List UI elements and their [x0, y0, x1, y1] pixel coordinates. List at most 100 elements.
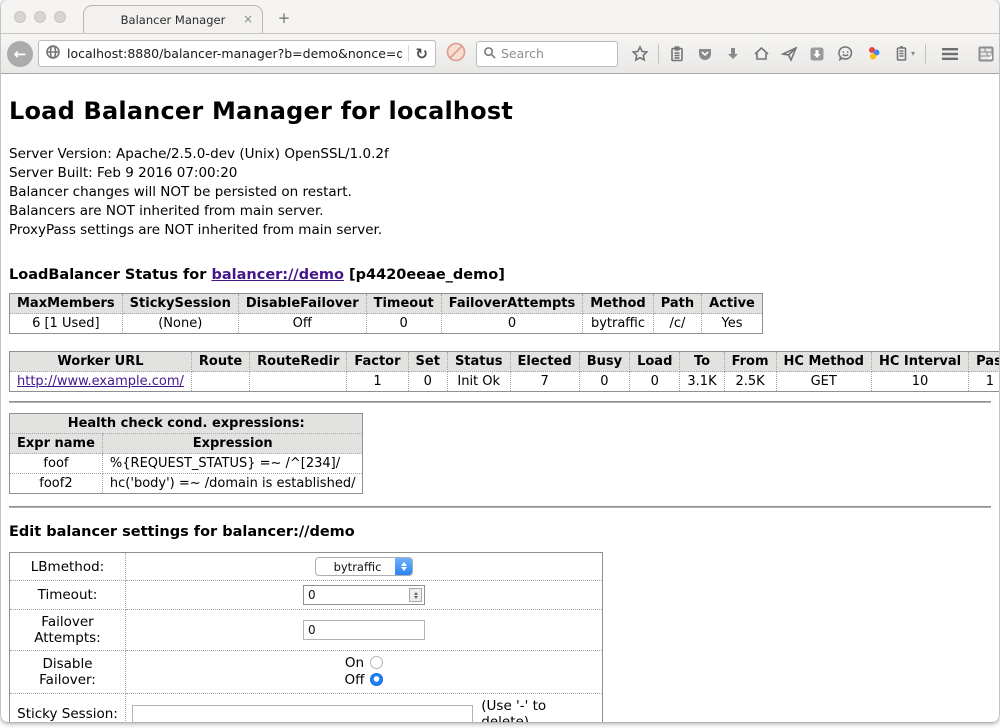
- bookmark-star-icon[interactable]: [626, 40, 654, 68]
- on-label: On: [345, 655, 364, 671]
- url-bar[interactable]: localhost:8880/balancer-manager?b=demo&n…: [38, 40, 436, 67]
- downloads-icon[interactable]: [719, 40, 747, 68]
- select-stepper-icon: [395, 558, 412, 575]
- expression-header: Expression: [102, 434, 363, 454]
- tab-close-icon[interactable]: ×: [243, 12, 253, 26]
- timeout-value: 0: [304, 588, 409, 602]
- failover-attempts-value: 0: [304, 623, 424, 637]
- home-icon[interactable]: [747, 40, 775, 68]
- back-button[interactable]: ←: [7, 41, 33, 67]
- lbmethod-row: LBmethod: bytraffic: [10, 553, 603, 581]
- table-cell: 0: [366, 314, 441, 334]
- edit-balancer-heading: Edit balancer settings for balancer://de…: [9, 524, 991, 540]
- failover-attempts-input[interactable]: 0: [303, 620, 425, 640]
- table-cell: [250, 372, 347, 392]
- window-controls[interactable]: [14, 11, 66, 23]
- balancer-status-table: MaxMembersStickySessionDisableFailoverTi…: [9, 293, 763, 334]
- chevron-down-icon[interactable]: ▾: [911, 49, 915, 58]
- sticky-session-input[interactable]: [132, 705, 473, 722]
- timeout-input[interactable]: 0: [303, 585, 425, 605]
- table-cell: 3.1K: [680, 372, 724, 392]
- table-cell: Init Ok: [447, 372, 510, 392]
- table-cell: [191, 372, 249, 392]
- column-header: To: [680, 352, 724, 372]
- sticky-session-hint: (Use '-' to delete): [481, 698, 596, 722]
- menu-hamburger-icon[interactable]: [936, 40, 964, 68]
- toolbar-separator: [658, 44, 659, 64]
- send-tab-icon[interactable]: [775, 40, 803, 68]
- download-manager-extension-icon[interactable]: [803, 40, 831, 68]
- table-cell: 2.5K: [724, 372, 776, 392]
- reading-list-icon[interactable]: [663, 40, 691, 68]
- server-version-line: Server Version: Apache/2.5.0-dev (Unix) …: [9, 145, 991, 164]
- chat-smiley-extension-icon[interactable]: [831, 40, 859, 68]
- table-row: http://www.example.com/10Init Ok7003.1K2…: [10, 372, 1000, 392]
- search-icon: [483, 44, 496, 63]
- table-cell: Off: [238, 314, 366, 334]
- zoom-window-icon[interactable]: [54, 11, 66, 23]
- sticky-session-row: Sticky Session: (Use '-' to delete): [10, 694, 603, 723]
- url-text[interactable]: localhost:8880/balancer-manager?b=demo&n…: [67, 46, 402, 61]
- disable-failover-on-radio[interactable]: [370, 656, 383, 669]
- tab-bar: Balancer Manager × +: [1, 0, 999, 33]
- tab-title: Balancer Manager: [121, 13, 226, 27]
- worker-url-link[interactable]: http://www.example.com/: [17, 374, 184, 389]
- grid-extension-icon[interactable]: [972, 40, 999, 68]
- column-header: Path: [653, 294, 701, 314]
- column-header: Method: [583, 294, 653, 314]
- column-header: Passes: [969, 352, 999, 372]
- number-spinner-icon[interactable]: [409, 588, 422, 602]
- search-box[interactable]: Search: [476, 41, 618, 67]
- column-header: HC Interval: [871, 352, 968, 372]
- page-title: Load Balancer Manager for localhost: [9, 97, 991, 125]
- lbmethod-label: LBmethod:: [10, 553, 126, 581]
- close-window-icon[interactable]: [14, 11, 26, 23]
- worker-table: Worker URLRouteRouteRedirFactorSetStatus…: [9, 351, 999, 392]
- table-cell: 0: [630, 372, 680, 392]
- expression-cell: hc('body') =~ /domain is established/: [102, 474, 363, 494]
- lbmethod-selected-value: bytraffic: [316, 558, 396, 575]
- column-header: Load: [630, 352, 680, 372]
- status-heading-suffix: [p4420eeae_demo]: [344, 267, 505, 283]
- table-cell: 6 [1 Used]: [10, 314, 123, 334]
- table-cell: (None): [122, 314, 238, 334]
- column-header: Worker URL: [10, 352, 192, 372]
- column-header: Route: [191, 352, 249, 372]
- disable-failover-row: Disable Failover: On Off: [10, 651, 603, 694]
- timeout-label: Timeout:: [10, 581, 126, 610]
- url-separator: [408, 45, 409, 62]
- column-header: Set: [408, 352, 447, 372]
- column-header: DisableFailover: [238, 294, 366, 314]
- tab-balancer-manager[interactable]: Balancer Manager ×: [83, 5, 263, 33]
- table-cell: /c/: [653, 314, 701, 334]
- table-row: 6 [1 Used](None)Off00bytraffic/c/Yes: [10, 314, 763, 334]
- reload-icon[interactable]: ↻: [415, 45, 431, 63]
- sticky-session-label: Sticky Session:: [10, 694, 126, 723]
- column-header: Status: [447, 352, 510, 372]
- table-cell: http://www.example.com/: [10, 372, 192, 392]
- health-table-title: Health check cond. expressions:: [10, 414, 363, 434]
- table-cell: 10: [871, 372, 968, 392]
- minimize-window-icon[interactable]: [34, 11, 46, 23]
- new-tab-button[interactable]: +: [273, 9, 295, 27]
- table-cell: bytraffic: [583, 314, 653, 334]
- site-identity-globe-icon[interactable]: [45, 44, 61, 64]
- table-cell: GET: [776, 372, 871, 392]
- balancer-demo-link[interactable]: balancer://demo: [211, 267, 344, 283]
- page-content: Load Balancer Manager for localhost Serv…: [1, 74, 999, 722]
- failover-attempts-row: Failover Attempts: 0: [10, 610, 603, 651]
- table-cell: 1 (0): [969, 372, 999, 392]
- disable-failover-off-radio[interactable]: [370, 673, 383, 686]
- column-header: StickySession: [122, 294, 238, 314]
- balancer-settings-form: LBmethod: bytraffic Timeout: 0: [9, 552, 603, 722]
- column-header: FailoverAttempts: [441, 294, 583, 314]
- content-blocked-icon[interactable]: [446, 42, 466, 66]
- search-placeholder[interactable]: Search: [501, 46, 544, 61]
- lbmethod-select[interactable]: bytraffic: [315, 557, 414, 576]
- color-dots-extension-icon[interactable]: [859, 40, 887, 68]
- column-header: Elected: [510, 352, 579, 372]
- navigation-toolbar: ← localhost:8880/balancer-manager?b=demo…: [1, 33, 999, 74]
- column-header: RouteRedir: [250, 352, 347, 372]
- table-row: foof %{REQUEST_STATUS} =~ /^[234]/: [10, 454, 363, 474]
- pocket-icon[interactable]: [691, 40, 719, 68]
